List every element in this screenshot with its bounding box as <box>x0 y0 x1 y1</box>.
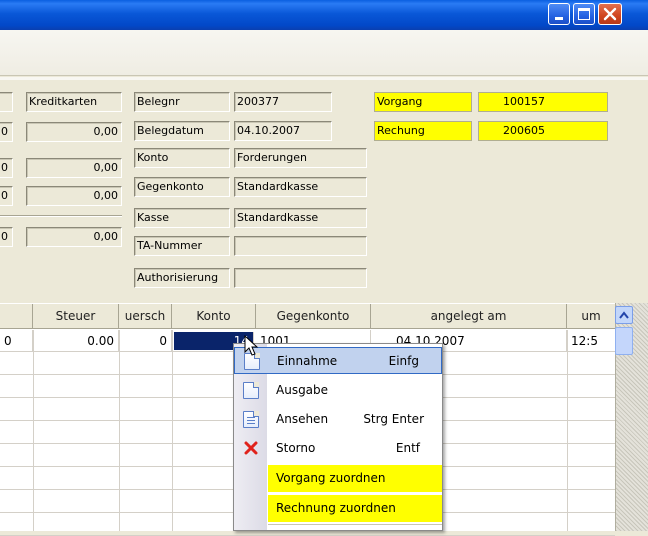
column-divider <box>33 330 34 531</box>
gegenkonto-value: Standardkasse <box>234 177 367 197</box>
chevron-up-icon <box>619 311 629 319</box>
kasse-value: Standardkasse <box>234 208 367 228</box>
context-menu: Einnahme Einfg Ausgabe Ansehen Strg Ente… <box>233 343 443 531</box>
column-divider <box>172 330 173 531</box>
left-partial-value-1: 0 <box>0 122 13 142</box>
column-header-um[interactable]: um <box>567 304 615 329</box>
menu-item-ausgabe[interactable]: Ausgabe <box>234 377 442 404</box>
column-header-konto[interactable]: Konto <box>172 304 256 329</box>
cancel-x-icon <box>244 441 258 455</box>
cell-c0: 0 <box>0 330 33 352</box>
scroll-up-button[interactable] <box>615 306 633 324</box>
grid-header: Steuer uersch Konto Gegenkonto angelegt … <box>0 303 615 329</box>
menu-item-label: Vorgang zuordnen <box>276 471 386 485</box>
konto-label: Konto <box>134 148 230 168</box>
column-header-gegenkonto[interactable]: Gegenkonto <box>256 304 371 329</box>
left-partial-value-4: 0 <box>0 227 13 247</box>
menu-item-storno[interactable]: Storno Entf <box>234 435 442 462</box>
view-document-icon <box>243 411 259 428</box>
close-icon <box>603 7 617 21</box>
toolbar <box>0 30 648 76</box>
cell-um: 12:5 <box>571 334 598 348</box>
mouse-cursor-icon <box>244 335 259 356</box>
column-header-steuer[interactable]: Steuer <box>33 304 119 329</box>
menu-item-shortcut: Einfg <box>388 354 419 368</box>
menu-separator <box>268 524 442 525</box>
column-header-0[interactable] <box>0 304 33 329</box>
menu-item-rechnung-zuordnen[interactable]: Rechnung zuordnen <box>268 495 442 522</box>
cell-uersch: 0 <box>119 330 172 352</box>
authorisierung-value <box>234 268 367 288</box>
scrollbar-thumb[interactable] <box>615 327 633 355</box>
menu-item-shortcut: Strg Enter <box>363 412 424 426</box>
summary-value-2: 0,00 <box>26 158 122 178</box>
minimize-icon <box>555 17 563 20</box>
menu-item-ansehen[interactable]: Ansehen Strg Enter <box>234 406 442 433</box>
menu-item-einnahme[interactable]: Einnahme Einfg <box>234 347 442 374</box>
vorgang-label: Vorgang <box>374 92 472 112</box>
summary-separator <box>0 215 122 217</box>
authorisierung-label: Authorisierung <box>134 268 230 288</box>
konto-value: Forderungen <box>234 148 367 168</box>
vorgang-value[interactable]: 100157 <box>478 92 608 112</box>
left-partial-value-3: 0 <box>0 186 13 206</box>
rechnung-label: Rechung <box>374 121 472 141</box>
menu-item-label: Ansehen <box>276 412 329 426</box>
menu-item-label: Ausgabe <box>276 383 329 397</box>
window-title-bar <box>0 0 648 30</box>
menu-item-label: Rechnung zuordnen <box>276 501 396 515</box>
kasse-label: Kasse <box>134 208 230 228</box>
toolbar-divider <box>0 77 648 80</box>
gegenkonto-label: Gegenkonto <box>134 177 230 197</box>
column-divider <box>567 330 568 531</box>
summary-value-3: 0,00 <box>26 186 122 206</box>
column-header-uersch[interactable]: uersch <box>119 304 172 329</box>
minimize-button[interactable] <box>548 3 570 25</box>
summary-value-1: 0,00 <box>26 122 122 142</box>
kreditkarten-label: Kreditkarten <box>26 92 122 112</box>
rechnung-value[interactable]: 200605 <box>478 121 608 141</box>
belegdatum-value: 04.10.2007 <box>234 121 332 141</box>
close-button[interactable] <box>598 3 622 25</box>
summary-value-4: 0,00 <box>26 227 122 247</box>
document-icon <box>243 382 259 399</box>
left-partial-field-0 <box>0 92 13 112</box>
belegnr-value: 200377 <box>234 92 332 112</box>
maximize-icon <box>578 8 590 20</box>
column-divider <box>119 330 120 531</box>
maximize-button[interactable] <box>573 3 595 25</box>
ta-nummer-label: TA-Nummer <box>134 236 230 256</box>
cell-steuer: 0.00 <box>33 330 119 352</box>
left-partial-value-2: 0 <box>0 158 13 178</box>
menu-item-label: Einnahme <box>277 354 338 368</box>
menu-item-label: Storno <box>276 441 316 455</box>
menu-item-shortcut: Entf <box>395 441 420 455</box>
menu-item-vorgang-zuordnen[interactable]: Vorgang zuordnen <box>268 465 442 492</box>
ta-nummer-value <box>234 236 367 256</box>
belegnr-label: Belegnr <box>134 92 230 112</box>
column-header-angelegt-am[interactable]: angelegt am <box>371 304 567 329</box>
belegdatum-label: Belegdatum <box>134 121 230 141</box>
